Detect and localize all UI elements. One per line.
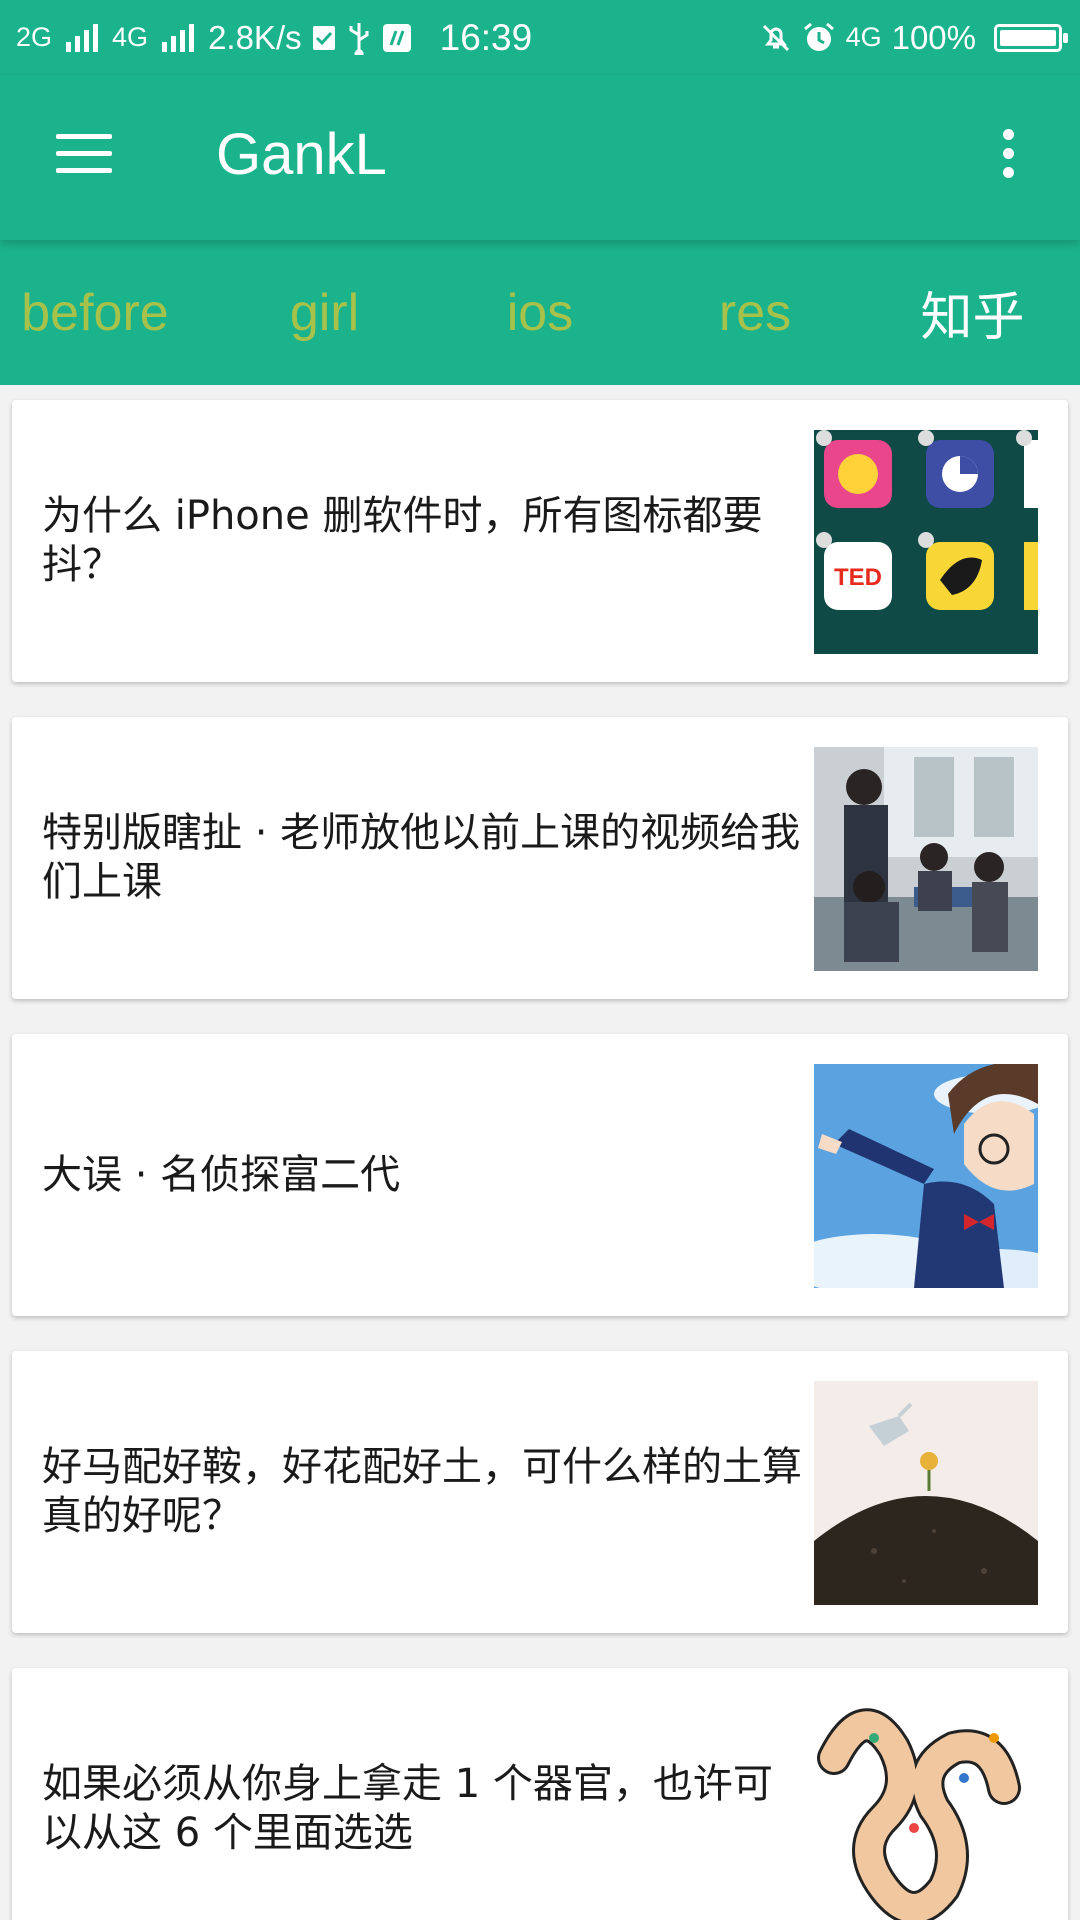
network-type-1: 2G: [16, 22, 53, 52]
feed-card-title: 大误 · 名侦探富二代: [42, 1151, 401, 1198]
classroom-thumbnail: [814, 747, 1038, 971]
app-icons-thumbnail: TED: [814, 430, 1038, 654]
feed-card[interactable]: 特别版瞎扯 · 老师放他以前上课的视频给我们上课: [12, 717, 1068, 999]
network-type-3: 4G: [845, 22, 882, 52]
tab-zhihu[interactable]: 知乎: [880, 240, 1065, 385]
status-left: 2G 4G 2.8K/s 16:39: [16, 0, 542, 75]
debug-icon: [382, 23, 412, 53]
feed-card[interactable]: 如果必须从你身上拿走 1 个器官，也许可以从这 6 个里面选选: [12, 1668, 1068, 1920]
category-tab-bar: before girl ios res 知乎: [0, 240, 1080, 385]
feed-list[interactable]: 为什么 iPhone 删软件时，所有图标都要抖？ TED 特别版瞎扯 · 老师放…: [0, 385, 1080, 1920]
alarm-icon: [802, 21, 836, 55]
mute-icon: [760, 22, 792, 54]
battery-icon: [994, 23, 1068, 52]
signal-icon: [66, 23, 102, 52]
network-speed: 2.8K/s: [208, 18, 302, 56]
tab-before[interactable]: before: [0, 240, 190, 385]
signal-icon: [162, 23, 198, 52]
clock-time: 16:39: [439, 16, 533, 58]
check-icon: [312, 24, 336, 52]
feed-card[interactable]: 大误 · 名侦探富二代: [12, 1034, 1068, 1316]
soil-thumbnail: [814, 1381, 1038, 1605]
app-title: GankL: [216, 122, 387, 187]
usb-icon: [346, 21, 372, 55]
svg-text:TED: TED: [834, 564, 882, 591]
menu-button[interactable]: [42, 111, 126, 195]
tab-girl[interactable]: girl: [232, 240, 417, 385]
app-bar: GankL: [0, 75, 1080, 240]
anime-thumbnail: [814, 1064, 1038, 1288]
feed-card[interactable]: 好马配好鞍，好花配好土，可什么样的土算真的好呢？: [12, 1351, 1068, 1633]
status-bar: 2G 4G 2.8K/s 16:39 4G 100%: [0, 0, 1080, 75]
organ-illustration-thumbnail: [814, 1698, 1038, 1920]
more-vert-icon[interactable]: [966, 111, 1050, 195]
feed-card-title: 如果必须从你身上拿走 1 个器官，也许可以从这 6 个里面选选: [42, 1761, 773, 1856]
tab-res[interactable]: res: [665, 240, 845, 385]
battery-percent: 100%: [891, 18, 976, 56]
tab-ios[interactable]: ios: [450, 240, 630, 385]
feed-card-title: 为什么 iPhone 删软件时，所有图标都要抖？: [42, 493, 763, 588]
network-type-2: 4G: [112, 22, 149, 52]
hamburger-icon: [56, 134, 112, 173]
feed-card-title: 特别版瞎扯 · 老师放他以前上课的视频给我们上课: [42, 810, 801, 905]
feed-card[interactable]: 为什么 iPhone 删软件时，所有图标都要抖？ TED: [12, 400, 1068, 682]
status-right: 4G 100%: [760, 0, 1068, 75]
feed-card-title: 好马配好鞍，好花配好土，可什么样的土算真的好呢？: [42, 1444, 802, 1539]
